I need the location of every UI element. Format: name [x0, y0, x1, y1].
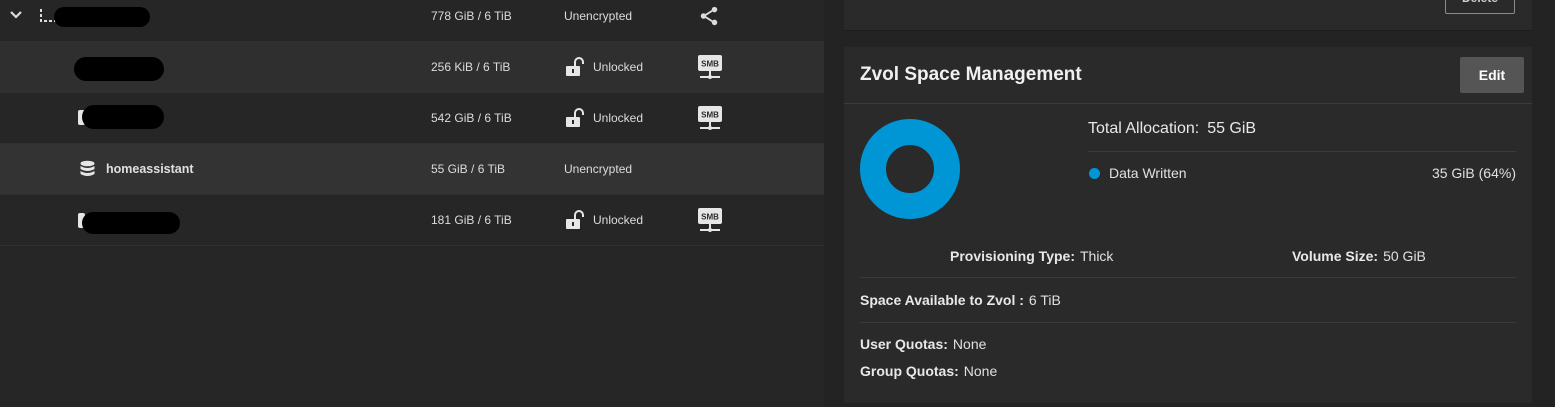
dataset-tree: 778 GiB / 6 TiB Unencrypted 256 KiB / 6 …: [0, 0, 824, 407]
edit-button[interactable]: Edit: [1460, 57, 1524, 93]
legend-value: 35 GiB (64%): [1431, 165, 1516, 181]
table-row[interactable]: 256 KiB / 6 TiB Unlocked SMB: [0, 42, 824, 93]
table-row[interactable]: 181 GiB / 6 TiB Unlocked SMB: [0, 195, 824, 246]
role-cell: [697, 0, 720, 41]
space-available-value: 6 TiB: [1028, 292, 1061, 308]
group-quotas-value: None: [963, 363, 998, 379]
redacted-name: [82, 105, 164, 129]
total-allocation-value: 55 GiB: [1207, 120, 1257, 137]
user-quotas-label: User Quotas:: [860, 336, 948, 352]
used-value: 181 GiB / 6 TiB: [431, 213, 512, 227]
dataset-details-card: Delete: [844, 0, 1532, 31]
smb-badge: SMB: [701, 60, 719, 69]
smb-icon[interactable]: SMB: [697, 207, 723, 233]
zvol-space-management-card: Zvol Space Management Edit Total Allocat…: [844, 47, 1532, 403]
unlocked-icon: [566, 57, 584, 76]
volume-size-label: Volume Size:: [1292, 248, 1379, 264]
group-quotas: Group Quotas: None: [860, 363, 997, 379]
unlocked-icon: [566, 210, 584, 229]
redacted-name: [74, 57, 164, 81]
database-icon: [80, 160, 95, 176]
divider: [860, 277, 1516, 278]
user-quotas-value: None: [952, 336, 987, 352]
provisioning-type-value: Thick: [1079, 248, 1114, 264]
used-value: 55 GiB / 6 TiB: [431, 162, 506, 176]
unlocked-icon: [566, 108, 584, 127]
share-icon[interactable]: [698, 5, 720, 27]
used-value: 778 GiB / 6 TiB: [431, 9, 512, 23]
encryption-status: Unencrypted: [564, 162, 633, 176]
table-row[interactable]: 778 GiB / 6 TiB Unencrypted: [0, 0, 824, 42]
card-title: Zvol Space Management: [860, 64, 1082, 85]
role-cell: SMB: [697, 93, 723, 143]
total-allocation-label: Total Allocation:: [1088, 120, 1200, 137]
space-available: Space Available to Zvol :6 TiB: [860, 292, 1061, 308]
encryption-status: Unlocked: [593, 111, 644, 125]
space-donut-chart: [860, 119, 960, 219]
provisioning-type: Provisioning Type: Thick: [950, 248, 1113, 264]
role-cell: SMB: [697, 195, 723, 245]
encryption-status: Unlocked: [593, 213, 644, 227]
encryption-status: Unencrypted: [564, 9, 633, 23]
dataset-name[interactable]: homeassistant: [106, 144, 194, 194]
space-available-label: Space Available to Zvol :: [860, 292, 1024, 308]
divider: [860, 322, 1516, 323]
delete-button[interactable]: Delete: [1445, 0, 1515, 14]
used-value: 256 KiB / 6 TiB: [431, 60, 511, 74]
smb-badge: SMB: [701, 111, 719, 120]
smb-icon[interactable]: SMB: [697, 54, 723, 80]
provisioning-type-label: Provisioning Type:: [950, 248, 1075, 264]
user-quotas: User Quotas: None: [860, 336, 986, 352]
legend-item: Data Written 35 GiB (64%): [1088, 165, 1516, 183]
role-cell: SMB: [697, 42, 723, 92]
total-allocation: Total Allocation: 55 GiB: [1088, 120, 1256, 138]
encryption-status: Unlocked: [593, 60, 644, 74]
smb-icon[interactable]: SMB: [697, 105, 723, 131]
used-value: 542 GiB / 6 TiB: [431, 111, 512, 125]
divider: [1088, 151, 1516, 152]
smb-badge: SMB: [701, 213, 719, 222]
table-row[interactable]: 542 GiB / 6 TiB Unlocked SMB: [0, 93, 824, 144]
legend-dot-icon: [1089, 168, 1100, 179]
volume-size: Volume Size: 50 GiB: [1292, 248, 1426, 264]
chevron-down-icon[interactable]: [9, 8, 23, 22]
legend-label: Data Written: [1109, 165, 1187, 181]
group-quotas-label: Group Quotas:: [860, 363, 959, 379]
divider: [844, 103, 1532, 104]
encryption-cell: Unlocked: [564, 195, 643, 245]
volume-size-value: 50 GiB: [1383, 248, 1426, 264]
data-written-segment: [860, 119, 960, 219]
redacted-name: [54, 7, 150, 27]
redacted-name: [82, 212, 180, 234]
encryption-cell: Unlocked: [564, 42, 643, 92]
encryption-cell: Unlocked: [564, 93, 643, 143]
table-row[interactable]: homeassistant 55 GiB / 6 TiB Unencrypted: [0, 144, 824, 195]
